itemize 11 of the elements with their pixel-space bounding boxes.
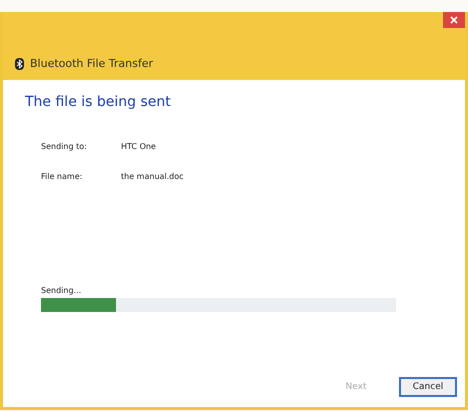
close-icon — [450, 16, 458, 24]
detail-value: HTC One — [121, 142, 157, 151]
close-button[interactable] — [443, 12, 465, 28]
detail-label: Sending to: — [41, 142, 88, 151]
window-title: Bluetooth File Transfer — [30, 57, 154, 70]
dialog-button[interactable]: Cancel — [399, 377, 457, 397]
dialog-heading: The file is being sent — [25, 94, 172, 110]
bluetooth-icon — [15, 58, 24, 70]
detail-label: File name: — [41, 172, 84, 181]
detail-value: the manual.doc — [121, 172, 185, 181]
progress-label: Sending... — [40, 286, 82, 295]
